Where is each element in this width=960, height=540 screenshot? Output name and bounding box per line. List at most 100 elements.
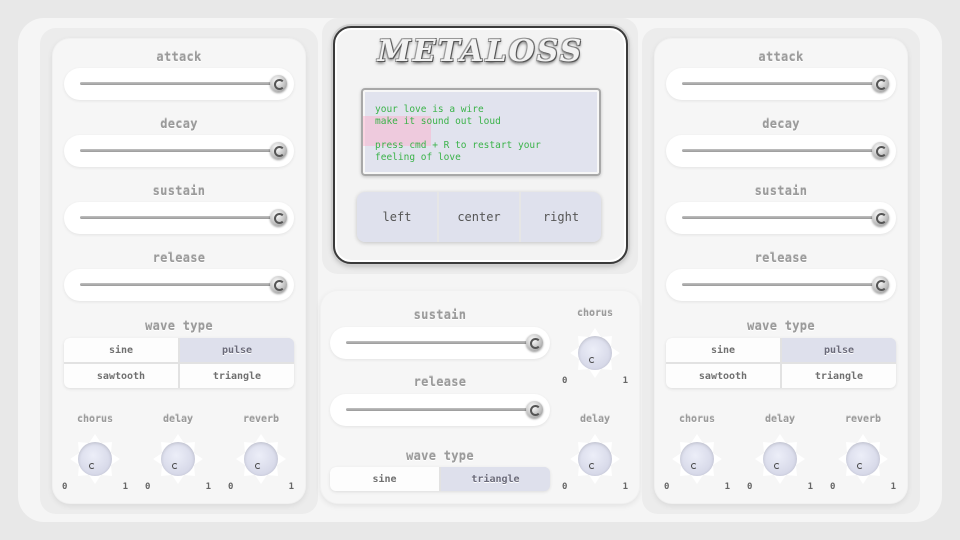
slider-thumb[interactable] (270, 75, 287, 92)
left-button[interactable]: left (357, 192, 437, 242)
knob-reverb: reverb 0 1 (226, 414, 296, 496)
knob-max: 1 (122, 482, 128, 492)
knob-delay: delay 0 1 (560, 414, 630, 496)
knob-min: 0 (562, 376, 568, 386)
knob-min: 0 (562, 482, 568, 492)
slider-label: attack (156, 50, 202, 64)
wave-option-triangle[interactable]: triangle (180, 364, 294, 388)
slider-thumb[interactable] (270, 209, 287, 226)
knob-label: chorus (76, 414, 114, 425)
knob-max: 1 (622, 376, 628, 386)
slider-group-sustain: sustain (52, 184, 306, 244)
knob-max: 1 (288, 482, 294, 492)
knob-indicator (172, 463, 178, 469)
slider-label: release (152, 251, 206, 265)
knob-min: 0 (830, 482, 836, 492)
wave-type-label: wave type (145, 319, 213, 333)
slider-thumb[interactable] (872, 142, 889, 159)
decay-slider[interactable] (64, 135, 294, 167)
slider-thumb[interactable] (526, 401, 543, 418)
wave-option-sine[interactable]: sine (64, 338, 178, 362)
left-panel: attack decay sustain release wave type s… (52, 38, 306, 504)
knob-indicator (774, 463, 780, 469)
slider-group-attack: attack (654, 50, 908, 110)
wave-option-pulse[interactable]: pulse (180, 338, 294, 362)
knob-indicator (691, 463, 697, 469)
knob-min: 0 (747, 482, 753, 492)
slider-thumb[interactable] (872, 276, 889, 293)
knob-indicator (589, 463, 595, 469)
wave-option-pulse[interactable]: pulse (782, 338, 896, 362)
knob-chorus: chorus 0 1 (560, 308, 630, 390)
knob-label: chorus (576, 308, 614, 319)
knob-label: reverb (844, 414, 882, 425)
display-line: make it sound out loud (375, 116, 501, 127)
slider-group-sustain: sustain (320, 308, 560, 368)
attack-slider[interactable] (64, 68, 294, 100)
wave-option-sine[interactable]: sine (666, 338, 780, 362)
right-button[interactable]: right (521, 192, 601, 242)
chorus-knob[interactable] (578, 336, 612, 370)
knob-max: 1 (890, 482, 896, 492)
chorus-knob[interactable] (680, 442, 714, 476)
sustain-slider[interactable] (64, 202, 294, 234)
release-slider[interactable] (666, 269, 896, 301)
chorus-knob[interactable] (78, 442, 112, 476)
knob-delay: delay 0 1 (745, 414, 815, 496)
attack-slider[interactable] (666, 68, 896, 100)
delay-knob[interactable] (161, 442, 195, 476)
center-panel: sustain release wave type sine triangle … (320, 290, 640, 504)
release-slider[interactable] (64, 269, 294, 301)
knob-min: 0 (228, 482, 234, 492)
reverb-knob[interactable] (846, 442, 880, 476)
delay-knob[interactable] (763, 442, 797, 476)
wave-option-sawtooth[interactable]: sawtooth (64, 364, 178, 388)
center-button[interactable]: center (439, 192, 519, 242)
slider-group-decay: decay (52, 117, 306, 177)
knob-min: 0 (62, 482, 68, 492)
slider-thumb[interactable] (270, 142, 287, 159)
app-logo: METALOSS (377, 34, 584, 69)
knob-indicator (89, 463, 95, 469)
slider-label: attack (758, 50, 804, 64)
display-line: your love is a wire (375, 104, 484, 115)
knob-indicator (589, 357, 595, 363)
knob-min: 0 (145, 482, 151, 492)
slider-group-sustain: sustain (654, 184, 908, 244)
knob-max: 1 (205, 482, 211, 492)
slider-thumb[interactable] (872, 75, 889, 92)
knob-reverb: reverb 0 1 (828, 414, 898, 496)
wave-type-selector: sine pulse sawtooth triangle (666, 338, 896, 388)
wave-option-triangle[interactable]: triangle (782, 364, 896, 388)
knob-indicator (857, 463, 863, 469)
delay-knob[interactable] (578, 442, 612, 476)
knob-max: 1 (807, 482, 813, 492)
slider-thumb[interactable] (872, 209, 889, 226)
slider-group-release: release (320, 375, 560, 435)
sustain-slider[interactable] (330, 327, 550, 359)
decay-slider[interactable] (666, 135, 896, 167)
slider-label: sustain (413, 308, 467, 322)
reverb-knob[interactable] (244, 442, 278, 476)
slider-group-decay: decay (654, 117, 908, 177)
wave-type-selector: sine triangle (330, 467, 550, 491)
knob-label: delay (764, 414, 796, 425)
slider-thumb[interactable] (270, 276, 287, 293)
wave-option-triangle[interactable]: triangle (441, 467, 550, 491)
knob-label: reverb (242, 414, 280, 425)
knob-chorus: chorus 0 1 (60, 414, 130, 496)
release-slider[interactable] (330, 394, 550, 426)
display-line: feeling of love (375, 152, 461, 163)
sustain-slider[interactable] (666, 202, 896, 234)
screen-module: METALOSS your love is a wire make it sou… (333, 26, 628, 264)
wave-option-sawtooth[interactable]: sawtooth (666, 364, 780, 388)
alignment-buttons: left center right (357, 192, 601, 242)
wave-type-label: wave type (747, 319, 815, 333)
slider-label: decay (762, 117, 800, 131)
wave-option-sine[interactable]: sine (330, 467, 439, 491)
knob-max: 1 (622, 482, 628, 492)
slider-group-attack: attack (52, 50, 306, 110)
slider-label: release (413, 375, 467, 389)
slider-thumb[interactable] (526, 334, 543, 351)
text-display: your love is a wire make it sound out lo… (361, 88, 601, 176)
